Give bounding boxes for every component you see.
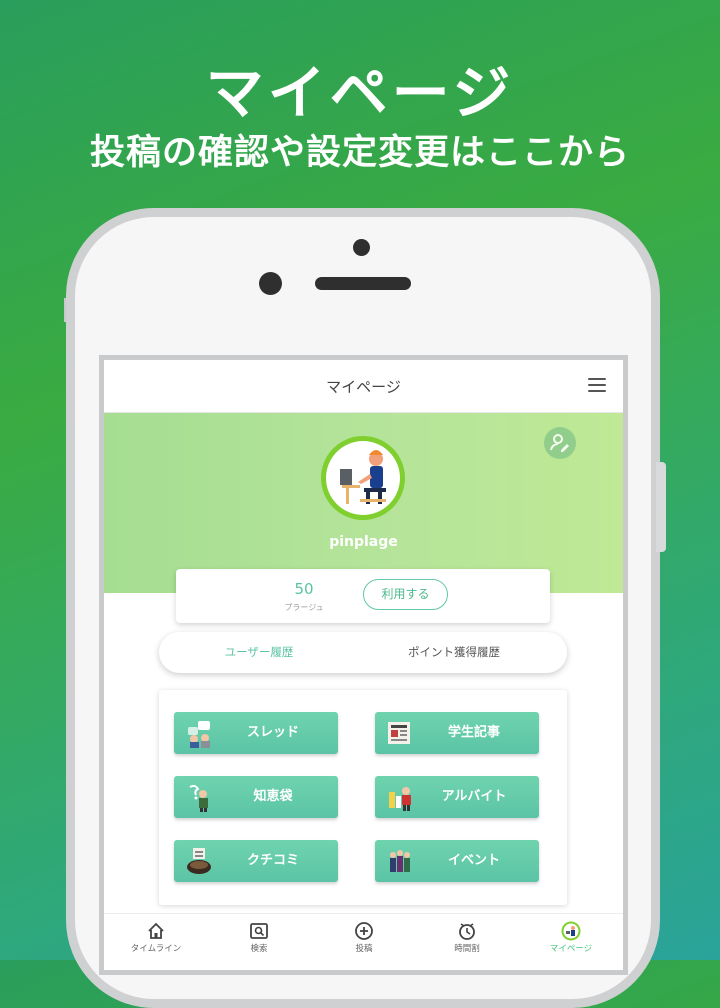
nav-label: 投稿: [355, 944, 373, 954]
nav-timeline[interactable]: タイムライン: [106, 921, 206, 954]
app-screen: マイページ pinplage 50 プラージュ 利用する ユーザー履歴 ポイント…: [99, 355, 628, 975]
category-label: 知恵袋: [253, 789, 293, 804]
history-tabs: ユーザー履歴 ポイント獲得履歴: [159, 632, 567, 673]
clock-icon: [459, 923, 475, 940]
category-student-articles-button[interactable]: 学生記事: [375, 712, 539, 754]
category-knowledge-button[interactable]: 知恵袋: [174, 776, 338, 818]
knowledge-illustration-icon: [189, 784, 208, 812]
user-illustration-icon: [340, 450, 386, 504]
tab-point-history[interactable]: ポイント獲得履歴: [369, 632, 539, 673]
category-thread-button[interactable]: スレッド: [174, 712, 338, 754]
app-header: マイページ: [104, 360, 623, 413]
category-review-button[interactable]: クチコミ: [174, 840, 338, 882]
phone-power-button: [656, 462, 666, 552]
username: pinplage: [329, 534, 398, 550]
review-illustration-icon: [187, 848, 211, 874]
thread-illustration-icon: [188, 721, 210, 748]
category-label: クチコミ: [246, 853, 299, 868]
edit-profile-icon: [550, 434, 569, 452]
promo-subtitle: 投稿の確認や設定変更はここから: [89, 133, 630, 173]
plus-circle-icon: [355, 922, 373, 940]
nav-label: マイページ: [549, 944, 593, 954]
part-time-job-illustration-icon: [389, 787, 411, 811]
promo-title: マイページ: [205, 59, 515, 127]
profile-hero: pinplage: [104, 413, 623, 593]
tab-user-history[interactable]: ユーザー履歴: [179, 632, 339, 673]
category-event-button[interactable]: イベント: [375, 840, 539, 882]
phone-front-camera: [353, 239, 370, 256]
newspaper-illustration-icon: [388, 722, 410, 744]
category-part-time-job-button[interactable]: アルバイト: [375, 776, 539, 818]
nav-label: タイムライン: [130, 944, 182, 954]
event-illustration-icon: [390, 850, 410, 872]
category-label: アルバイト: [441, 789, 507, 804]
avatar[interactable]: [321, 436, 405, 520]
bottom-navigation: タイムライン 検索 投稿 時間割 マイページ: [104, 913, 623, 970]
nav-label: 検索: [250, 944, 268, 954]
category-label: 学生記事: [447, 725, 500, 740]
points-card: 50 プラージュ 利用する: [176, 569, 550, 623]
avatar-icon: [561, 921, 581, 941]
category-label: スレッド: [246, 725, 299, 740]
phone-speaker: [315, 277, 411, 290]
category-grid: スレッド 学生記事 知恵袋 アルバイト クチコミ イベント: [159, 690, 567, 905]
home-icon: [148, 922, 164, 939]
search-icon: [250, 923, 268, 939]
nav-mypage[interactable]: マイページ: [521, 921, 621, 954]
nav-search[interactable]: 検索: [209, 921, 309, 954]
header-title: マイページ: [326, 378, 401, 396]
points-value: 50: [294, 580, 314, 598]
hamburger-menu-icon[interactable]: [588, 378, 606, 392]
nav-label: 時間割: [454, 944, 480, 954]
edit-profile-button[interactable]: [544, 427, 576, 459]
use-points-button[interactable]: 利用する: [363, 579, 448, 610]
nav-timetable[interactable]: 時間割: [417, 921, 517, 954]
points-unit: プラージュ: [284, 603, 324, 612]
category-label: イベント: [447, 853, 500, 868]
nav-post[interactable]: 投稿: [314, 921, 414, 954]
phone-sensor: [259, 272, 282, 295]
